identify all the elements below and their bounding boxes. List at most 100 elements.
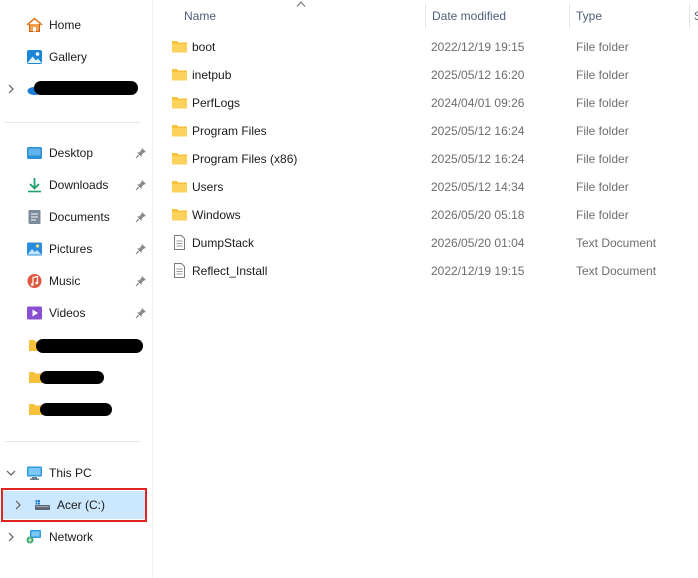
nav-label-videos: Videos (49, 306, 86, 320)
pin-icon[interactable] (135, 147, 147, 159)
file-name: Users (192, 180, 224, 194)
folder-icon (172, 181, 187, 193)
nav-label-gallery: Gallery (49, 50, 88, 64)
nav-separator (5, 122, 141, 123)
file-name: Windows (192, 208, 241, 222)
videos-icon (27, 306, 42, 320)
column-divider[interactable] (569, 4, 570, 28)
nav-separator (5, 441, 141, 442)
file-type: File folder (576, 152, 629, 166)
nav-item-gallery[interactable]: Gallery (0, 43, 150, 71)
chevron-right-icon[interactable] (5, 531, 17, 543)
file-date-modified: 2025/05/12 16:20 (431, 68, 525, 82)
text-document-icon (174, 235, 185, 250)
nav-item-downloads[interactable]: Downloads (0, 171, 150, 199)
file-type: Text Document (576, 236, 657, 250)
redacted-label (34, 81, 138, 95)
nav-item-onedrive-redacted[interactable] (0, 75, 150, 103)
column-header-name[interactable]: Name (184, 9, 216, 23)
pin-icon[interactable] (135, 211, 147, 223)
nav-label-this-pc: This PC (49, 466, 92, 480)
nav-label-music: Music (49, 274, 81, 288)
nav-item-redacted-folder-3[interactable] (0, 395, 150, 423)
computer-icon (27, 466, 42, 480)
nav-item-this-pc[interactable]: This PC (0, 459, 150, 487)
sort-ascending-icon (296, 1, 306, 7)
file-name: boot (192, 40, 216, 54)
nav-label-pictures: Pictures (49, 242, 93, 256)
file-type: File folder (576, 68, 629, 82)
column-header-bar: Name Date modified Type S (153, 0, 698, 32)
pictures-icon (27, 242, 42, 256)
nav-label-documents: Documents (49, 210, 110, 224)
redacted-label (36, 339, 143, 353)
file-type: File folder (576, 96, 629, 110)
file-type: Text Document (576, 264, 657, 278)
file-row[interactable]: boot 2022/12/19 19:15 File folder (153, 33, 693, 61)
column-header-size[interactable]: S (694, 9, 698, 23)
nav-item-redacted-folder-1[interactable] (0, 331, 150, 359)
file-date-modified: 2022/12/19 19:15 (431, 40, 525, 54)
folder-icon (172, 125, 187, 137)
nav-item-desktop[interactable]: Desktop (0, 139, 150, 167)
file-row[interactable]: DumpStack 2026/05/20 01:04 Text Document (153, 229, 693, 257)
pin-icon[interactable] (135, 179, 147, 191)
file-name: Reflect_Install (192, 264, 268, 278)
nav-item-videos[interactable]: Videos (0, 299, 150, 327)
nav-label-network: Network (49, 530, 94, 544)
chevron-down-icon[interactable] (5, 467, 17, 479)
file-date-modified: 2022/12/19 19:15 (431, 264, 525, 278)
nav-item-redacted-folder-2[interactable] (0, 363, 150, 391)
download-icon (28, 178, 41, 193)
file-date-modified: 2026/05/20 05:18 (431, 208, 525, 222)
text-document-icon (174, 263, 185, 278)
folder-icon (172, 97, 187, 109)
nav-item-pictures[interactable]: Pictures (0, 235, 150, 263)
column-header-date-modified[interactable]: Date modified (432, 9, 506, 23)
pin-icon[interactable] (135, 243, 147, 255)
column-header-type[interactable]: Type (576, 9, 602, 23)
file-row[interactable]: Program Files (x86) 2025/05/12 16:24 File … (153, 145, 693, 173)
music-icon (27, 274, 42, 288)
redacted-label (40, 403, 112, 416)
folder-icon (172, 209, 187, 221)
file-row[interactable]: Program Files 2025/05/12 16:24 File folder (153, 117, 693, 145)
file-date-modified: 2024/04/01 09:26 (431, 96, 525, 110)
file-date-modified: 2026/05/20 01:04 (431, 236, 525, 250)
nav-item-documents[interactable]: Documents (0, 203, 150, 231)
chevron-right-icon[interactable] (5, 83, 17, 95)
navigation-pane: Home Gallery Desktop Downloads Documents… (0, 0, 152, 578)
nav-item-home[interactable]: Home (0, 11, 150, 39)
nav-label-home: Home (49, 18, 82, 32)
file-row[interactable]: inetpub 2025/05/12 16:20 File folder (153, 61, 693, 89)
file-row[interactable]: Reflect_Install 2022/12/19 19:15 Text Docu… (153, 257, 693, 285)
annotation-highlight-box (1, 488, 147, 522)
file-row[interactable]: Users 2025/05/12 14:34 File folder (153, 173, 693, 201)
redacted-label (40, 371, 104, 384)
nav-item-music[interactable]: Music (0, 267, 150, 295)
folder-icon (172, 69, 187, 81)
file-row[interactable]: Windows 2026/05/20 05:18 File folder (153, 201, 693, 229)
nav-label-downloads: Downloads (49, 178, 109, 192)
file-date-modified: 2025/05/12 16:24 (431, 124, 525, 138)
file-type: File folder (576, 208, 629, 222)
column-divider[interactable] (689, 4, 690, 28)
nav-item-network[interactable]: Network (0, 523, 150, 551)
desktop-icon (27, 147, 42, 159)
folder-icon (172, 153, 187, 165)
file-date-modified: 2025/05/12 14:34 (431, 180, 525, 194)
file-date-modified: 2025/05/12 16:24 (431, 152, 525, 166)
gallery-icon (27, 50, 42, 64)
nav-label-desktop: Desktop (49, 146, 94, 160)
column-divider[interactable] (425, 4, 426, 28)
network-icon (26, 530, 41, 544)
pin-icon[interactable] (135, 307, 147, 319)
file-name: Program Files (x86) (192, 152, 298, 166)
folder-icon (172, 41, 187, 53)
pin-icon[interactable] (135, 275, 147, 287)
file-name: DumpStack (192, 236, 255, 250)
file-name: inetpub (192, 68, 232, 82)
file-name: Program Files (192, 124, 267, 138)
file-row[interactable]: PerfLogs 2024/04/01 09:26 File folder (153, 89, 693, 117)
home-icon (26, 17, 43, 32)
